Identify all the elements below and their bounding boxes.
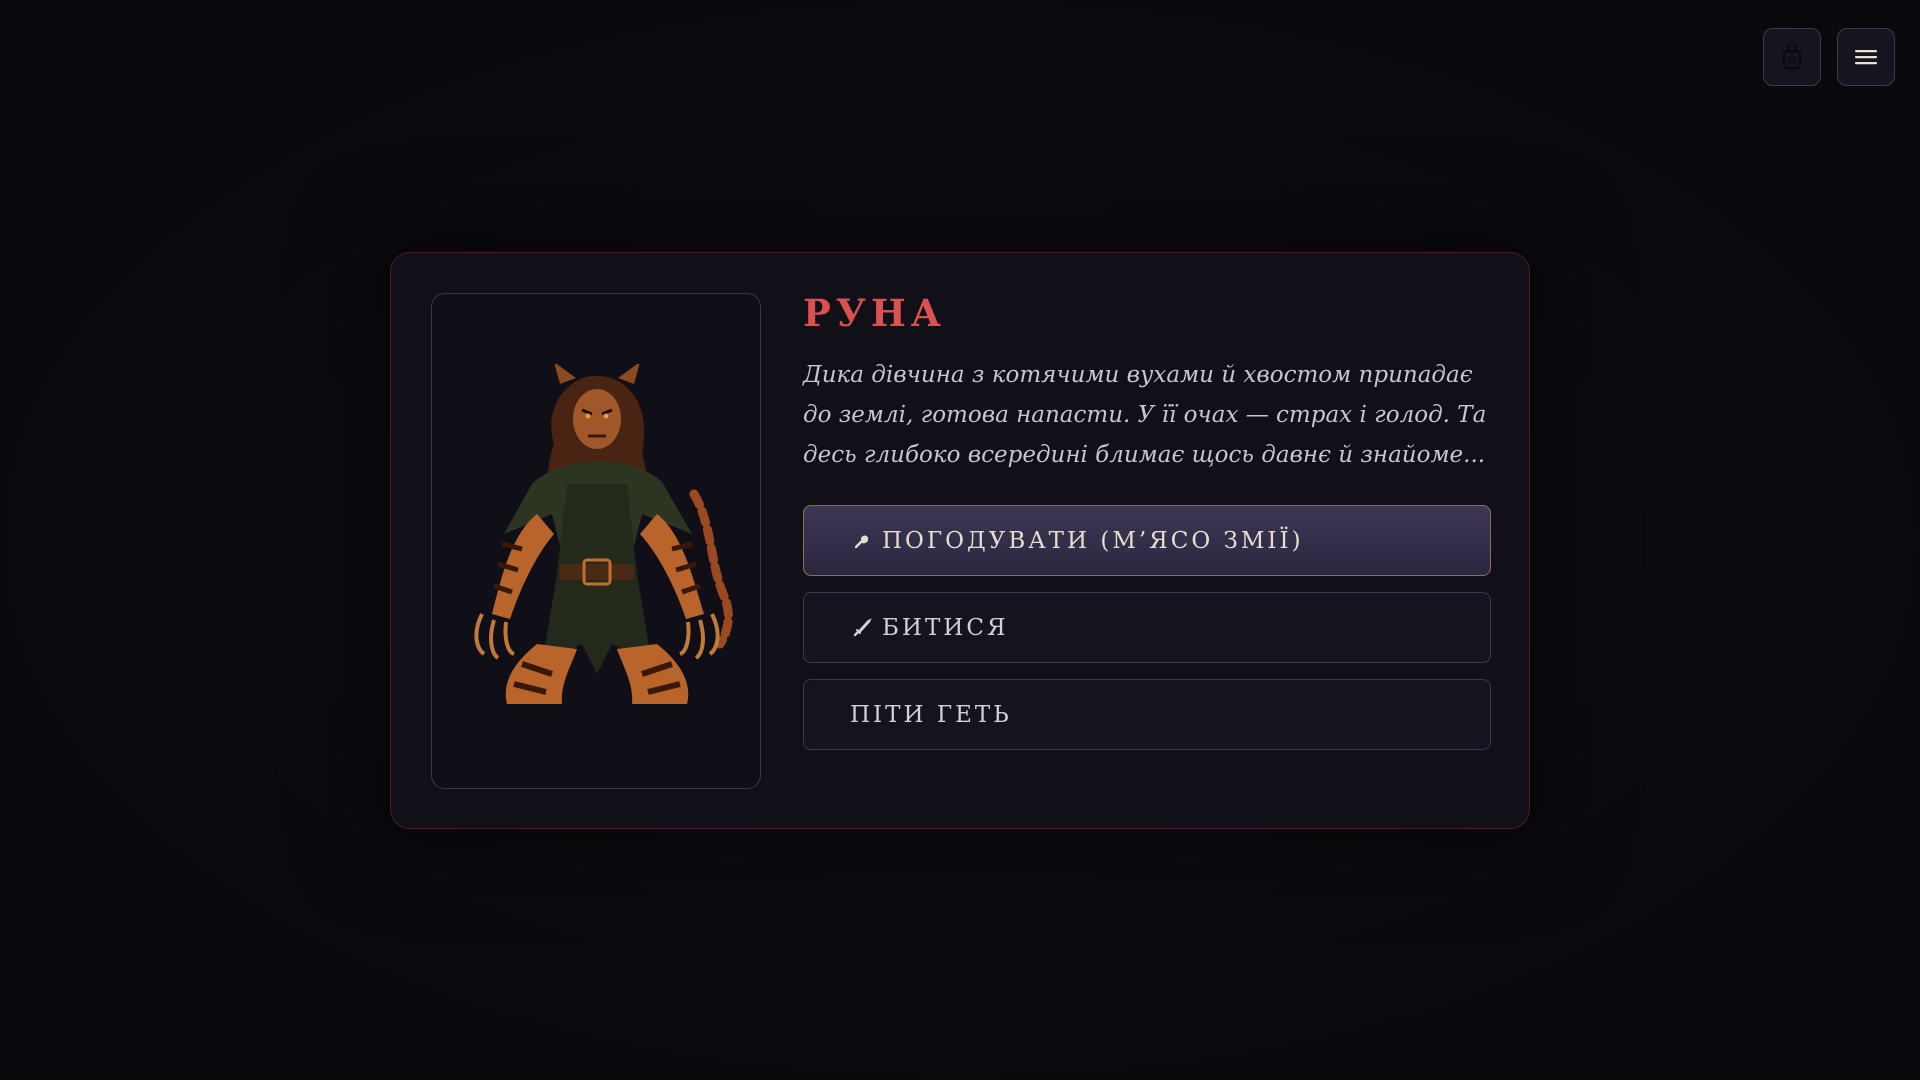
top-toolbar xyxy=(1763,28,1895,86)
encounter-content: РУНА Дика дівчина з котячими вухами й хв… xyxy=(803,289,1491,751)
choice-label: БИТИСЯ xyxy=(882,614,1009,641)
hamburger-menu-icon xyxy=(1855,48,1877,66)
tiger-cat-girl-illustration xyxy=(474,364,733,704)
character-name: РУНА xyxy=(803,291,946,335)
choice-leave-button[interactable]: ПІТИ ГЕТЬ xyxy=(803,679,1491,751)
bag-icon xyxy=(1781,44,1803,70)
choice-feed-button[interactable]: ПОГОДУВАТИ (М’ЯСО ЗМІЇ) xyxy=(803,505,1491,577)
inventory-button[interactable] xyxy=(1763,28,1821,86)
meat-icon xyxy=(850,532,874,550)
choice-label: ПІТИ ГЕТЬ xyxy=(850,701,1012,728)
encounter-description: Дика дівчина з котячими вухами й хвостом… xyxy=(803,362,1487,469)
dagger-icon xyxy=(850,617,874,638)
choice-fight-button[interactable]: БИТИСЯ xyxy=(803,592,1491,664)
character-portrait-frame xyxy=(431,293,761,789)
choice-list: ПОГОДУВАТИ (М’ЯСО ЗМІЇ) БИТИСЯ ПІТИ ГЕТЬ xyxy=(803,505,1491,751)
choice-label: ПОГОДУВАТИ (М’ЯСО ЗМІЇ) xyxy=(882,527,1304,554)
encounter-card: РУНА Дика дівчина з котячими вухами й хв… xyxy=(390,252,1530,829)
menu-button[interactable] xyxy=(1837,28,1895,86)
